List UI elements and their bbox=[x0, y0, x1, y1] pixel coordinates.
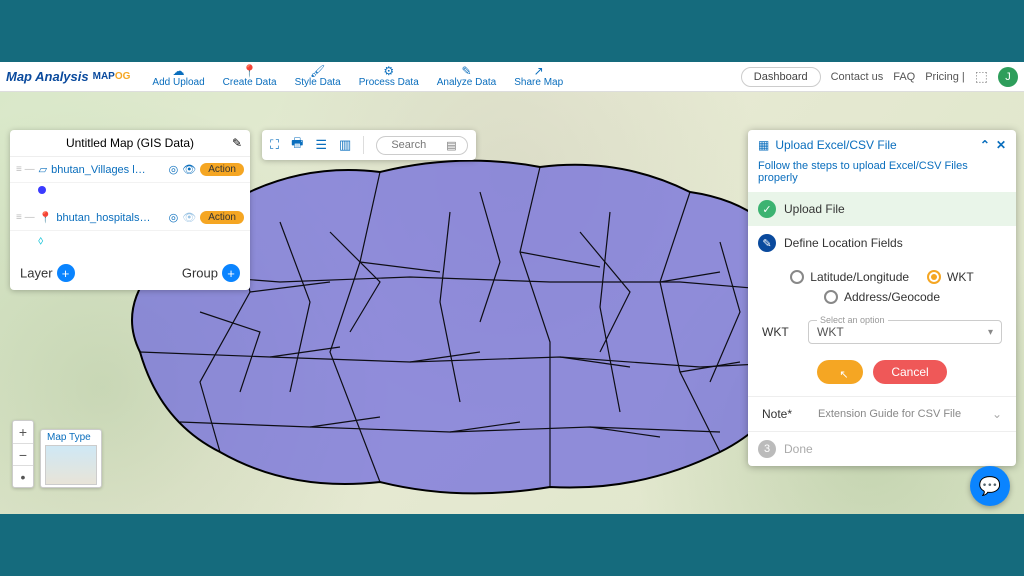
radio-wkt[interactable]: WKT bbox=[927, 270, 974, 284]
locate-icon[interactable]: ◎ bbox=[169, 211, 179, 224]
layer-name[interactable]: bhutan_hospitals… bbox=[56, 212, 164, 224]
layer-symbol bbox=[10, 183, 250, 205]
wkt-field-label: WKT bbox=[762, 325, 796, 339]
collapse-icon[interactable]: ⌃ bbox=[980, 138, 990, 152]
select-placeholder: Select an option bbox=[817, 315, 888, 325]
upload-panel-title: Upload Excel/CSV File bbox=[775, 138, 974, 152]
add-group-button[interactable]: + bbox=[222, 264, 240, 282]
edit-step-icon: ✎ bbox=[758, 234, 776, 252]
top-toolbar: Map Analysis MAPOG ☁Add Upload 📍Create D… bbox=[0, 62, 1024, 92]
step-define-location[interactable]: ✎ Define Location Fields bbox=[748, 226, 1016, 260]
menu-add-upload[interactable]: ☁Add Upload bbox=[144, 65, 212, 89]
fullscreen-icon[interactable]: ⛶ bbox=[270, 137, 279, 153]
edit-title-icon[interactable]: ✎ bbox=[232, 136, 242, 150]
chat-fab[interactable]: 💬 bbox=[970, 466, 1010, 506]
upload-panel: ▦ Upload Excel/CSV File ⌃ ✕ Follow the s… bbox=[748, 130, 1016, 466]
cursor-icon: ↖ bbox=[839, 368, 848, 381]
note-text: Extension Guide for CSV File bbox=[818, 408, 992, 420]
step-upload-file[interactable]: ✓ Upload File bbox=[748, 192, 1016, 226]
gear-icon: ⚙ bbox=[383, 65, 394, 77]
close-icon[interactable]: ✕ bbox=[996, 138, 1006, 152]
location-type-options: Latitude/Longitude WKT Address/Geocode bbox=[748, 260, 1016, 314]
pin-icon: 📍 bbox=[242, 65, 257, 77]
pin-symbol-icon: ⬨ bbox=[38, 233, 43, 247]
avatar[interactable]: J bbox=[998, 67, 1018, 87]
step-label: Define Location Fields bbox=[784, 236, 903, 250]
drag-handle-icon[interactable]: ≡ — bbox=[16, 164, 35, 175]
apps-icon[interactable]: ⬚ bbox=[975, 68, 988, 85]
submit-button[interactable]: ↖ bbox=[817, 360, 863, 384]
main-menu: ☁Add Upload 📍Create Data 🖌Style Data ⚙Pr… bbox=[144, 65, 571, 89]
menu-process-data[interactable]: ⚙Process Data bbox=[351, 65, 427, 89]
layers-panel: Untitled Map (GIS Data) ✎ ≡ — ▱ bhutan_V… bbox=[10, 130, 250, 290]
map-type-selани[interactable]: Map Type bbox=[40, 429, 102, 488]
step-label: Done bbox=[784, 442, 813, 456]
pencil-icon: ✎ bbox=[461, 65, 471, 77]
cancel-button[interactable]: Cancel bbox=[873, 360, 946, 384]
dashboard-button[interactable]: Dashboard bbox=[741, 67, 821, 87]
point-layer-icon: 📍 bbox=[39, 211, 53, 224]
wkt-column-select[interactable]: Select an option WKT ▾ bbox=[808, 320, 1002, 344]
map-title: Untitled Map (GIS Data) bbox=[66, 136, 194, 150]
brand-title: Map Analysis bbox=[6, 69, 89, 84]
layer-symbol: ⬨ bbox=[10, 231, 250, 256]
wkt-field-row: WKT Select an option WKT ▾ bbox=[748, 314, 1016, 356]
search-options-icon[interactable]: ▤ bbox=[446, 139, 456, 152]
zoom-control: + − • bbox=[12, 420, 34, 488]
table-icon[interactable]: ▥ bbox=[339, 137, 351, 153]
spreadsheet-icon: ▦ bbox=[758, 138, 769, 152]
upload-panel-subtitle: Follow the steps to upload Excel/CSV Fil… bbox=[748, 160, 1016, 192]
select-value: WKT bbox=[817, 325, 844, 339]
add-layer-button[interactable]: + bbox=[57, 264, 75, 282]
drag-handle-icon[interactable]: ≡ — bbox=[16, 212, 35, 223]
zoom-out-button[interactable]: − bbox=[13, 443, 33, 465]
menu-analyze-data[interactable]: ✎Analyze Data bbox=[429, 65, 504, 89]
visibility-icon[interactable]: 👁 bbox=[182, 163, 196, 176]
layer-name[interactable]: bhutan_Villages l… bbox=[51, 164, 165, 176]
search-placeholder: Search bbox=[391, 139, 426, 151]
layer-row[interactable]: ≡ — ▱ bhutan_Villages l… ◎ 👁 Action bbox=[10, 157, 250, 183]
map-type-thumbnail bbox=[45, 445, 97, 485]
note-row[interactable]: Note* Extension Guide for CSV File ⌄ bbox=[748, 396, 1016, 432]
chevron-down-icon: ▾ bbox=[988, 327, 993, 338]
check-icon: ✓ bbox=[758, 200, 776, 218]
pricing-link[interactable]: Pricing | bbox=[925, 71, 965, 83]
polygon-layer-icon: ▱ bbox=[39, 163, 47, 176]
zoom-in-button[interactable]: + bbox=[13, 421, 33, 443]
menu-create-data[interactable]: 📍Create Data bbox=[215, 65, 285, 89]
layer-row[interactable]: ≡ — 📍 bhutan_hospitals… ◎ 👁 Action bbox=[10, 205, 250, 231]
map-canvas[interactable]: Untitled Map (GIS Data) ✎ ≡ — ▱ bhutan_V… bbox=[0, 92, 1024, 514]
visibility-off-icon[interactable]: 👁 bbox=[182, 211, 196, 224]
right-menu: Dashboard Contact us FAQ Pricing | ⬚ J bbox=[741, 67, 1018, 87]
step-number-icon: 3 bbox=[758, 440, 776, 458]
dot-symbol-icon bbox=[38, 186, 46, 194]
locate-icon[interactable]: ◎ bbox=[169, 163, 179, 176]
radio-latlon[interactable]: Latitude/Longitude bbox=[790, 270, 909, 284]
radio-address[interactable]: Address/Geocode bbox=[824, 290, 940, 304]
add-group-label: Group+ bbox=[182, 264, 240, 282]
print-icon[interactable]: 🖶 bbox=[291, 134, 303, 156]
zoom-reset-button[interactable]: • bbox=[13, 465, 33, 487]
step-label: Upload File bbox=[784, 202, 845, 216]
add-layer-label: Layer+ bbox=[20, 264, 75, 282]
brush-icon: 🖌 bbox=[310, 65, 325, 77]
measure-icon[interactable]: ☰ bbox=[315, 137, 327, 153]
menu-style-data[interactable]: 🖌Style Data bbox=[287, 65, 349, 89]
menu-share-map[interactable]: ↗Share Map bbox=[506, 65, 571, 89]
map-tools-bar: ⛶ 🖶 ☰ ▥ Search ▤ bbox=[262, 130, 476, 160]
layer-action-button[interactable]: Action bbox=[200, 163, 244, 176]
faq-link[interactable]: FAQ bbox=[893, 71, 915, 83]
share-icon: ↗ bbox=[534, 65, 544, 77]
map-type-label: Map Type bbox=[45, 432, 97, 445]
note-label: Note* bbox=[762, 407, 818, 421]
layer-action-button[interactable]: Action bbox=[200, 211, 244, 224]
step-done: 3 Done bbox=[748, 432, 1016, 466]
search-input[interactable]: Search ▤ bbox=[376, 136, 467, 155]
cloud-upload-icon: ☁ bbox=[173, 65, 185, 77]
contact-link[interactable]: Contact us bbox=[831, 71, 884, 83]
brand-sub: MAPOG bbox=[93, 71, 131, 82]
chevron-down-icon: ⌄ bbox=[992, 407, 1002, 421]
